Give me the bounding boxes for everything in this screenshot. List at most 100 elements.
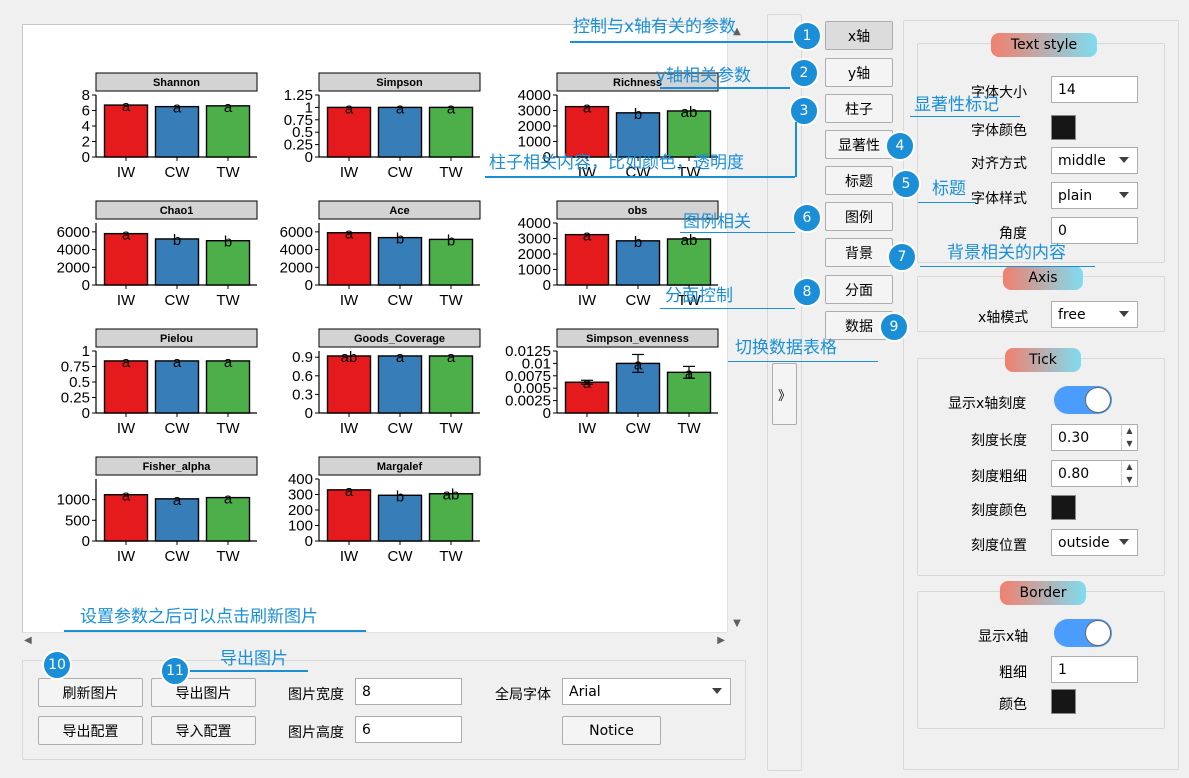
x-tick-label: CW [165, 420, 191, 437]
significance-label: a [122, 98, 131, 115]
vertical-scrollbar[interactable]: ▲ ▼ [727, 24, 746, 632]
y-tick-label: 500 [65, 512, 90, 529]
horizontal-scrollbar[interactable]: ◀ ▶ [22, 632, 727, 650]
x-tick-label: TW [439, 292, 463, 309]
font-size-input[interactable]: 14 [1051, 76, 1138, 103]
x-tick-label: IW [340, 548, 359, 565]
tab-y-axis[interactable]: y轴 [825, 58, 893, 87]
x-tick-label: TW [439, 420, 463, 437]
chevron-down-icon [1119, 311, 1129, 317]
image-width-input[interactable]: 8 [355, 678, 462, 705]
tick-length-spinbox[interactable]: 0.30 ▲ ▼ [1051, 424, 1138, 451]
significance-label: b [447, 232, 455, 249]
y-tick-label: 0 [305, 405, 313, 422]
scroll-right-icon[interactable]: ▶ [717, 633, 725, 649]
y-tick-label: 0 [543, 405, 551, 422]
toggle-knob [1085, 620, 1111, 646]
x-tick-label: TW [216, 420, 240, 437]
import-config-button[interactable]: 导入配置 [151, 716, 256, 745]
tab-legend[interactable]: 图例 [825, 202, 893, 231]
tab-x-axis[interactable]: x轴 [825, 21, 893, 50]
x-tick-label: TW [216, 548, 240, 565]
significance-label: a [583, 375, 592, 392]
global-font-label: 全局字体 [495, 687, 551, 703]
facet-title: Simpson [376, 77, 423, 89]
image-height-label: 图片高度 [288, 725, 344, 741]
x-axis-mode-select[interactable]: free [1051, 301, 1138, 328]
annotation-line-6 [680, 232, 795, 233]
y-tick-label: 3000 [518, 103, 551, 120]
annotation-line-8 [660, 308, 795, 309]
annotation-5: 标题 [932, 179, 966, 199]
facet-title: Chao1 [160, 205, 194, 217]
x-tick-label: IW [117, 548, 136, 565]
tab-facet[interactable]: 分面 [825, 275, 893, 304]
scroll-down-icon[interactable]: ▼ [728, 616, 746, 632]
font-color-swatch[interactable] [1051, 115, 1076, 140]
y-tick-label: 6 [82, 103, 90, 120]
collapse-panel-button[interactable]: 》 [772, 363, 797, 425]
badge-10: 10 [42, 650, 72, 680]
significance-label: a [685, 365, 694, 382]
font-color-label: 字体颜色 [971, 123, 1027, 139]
border-color-swatch[interactable] [1051, 689, 1076, 714]
show-x-tick-toggle[interactable] [1054, 386, 1112, 414]
facet-title: Ace [389, 205, 409, 217]
annotation-line-5 [918, 202, 976, 203]
spin-up-icon[interactable]: ▲ [1121, 461, 1137, 473]
significance-label: a [122, 488, 131, 505]
significance-label: a [173, 100, 182, 117]
badge-3: 3 [789, 96, 819, 126]
spin-down-icon[interactable]: ▼ [1121, 474, 1137, 486]
image-height-input[interactable]: 6 [355, 716, 462, 743]
tick-width-value: 0.80 [1058, 465, 1090, 482]
border-width-input[interactable]: 1 [1051, 656, 1138, 683]
font-style-select[interactable]: plain [1051, 182, 1138, 209]
tick-color-swatch[interactable] [1051, 495, 1076, 520]
tick-width-spinbox[interactable]: 0.80 ▲ ▼ [1051, 460, 1138, 487]
chevron-down-icon [1119, 157, 1129, 163]
chevron-down-icon [712, 688, 722, 694]
x-axis-mode-value: free [1058, 306, 1086, 323]
y-tick-label: 400 [288, 471, 313, 488]
y-tick-label: 0.3 [292, 386, 313, 403]
tab-background[interactable]: 背景 [825, 238, 893, 267]
tab-title[interactable]: 标题 [825, 166, 893, 195]
significance-label: a [447, 349, 456, 366]
y-tick-label: 0.75 [61, 359, 90, 376]
align-select[interactable]: middle [1051, 147, 1138, 174]
x-tick-label: TW [439, 164, 463, 181]
spin-down-icon[interactable]: ▼ [1121, 438, 1137, 450]
facet-title: Margalef [377, 461, 423, 473]
facet-title: Shannon [153, 77, 200, 89]
refresh-button[interactable]: 刷新图片 [38, 678, 143, 707]
y-tick-label: 6000 [57, 224, 90, 241]
notice-button[interactable]: Notice [562, 716, 661, 745]
significance-label: a [224, 491, 233, 508]
tick-position-label: 刻度位置 [971, 538, 1027, 554]
global-font-value: Arial [569, 683, 601, 700]
x-tick-label: CW [165, 292, 191, 309]
y-tick-label: 0 [305, 533, 313, 550]
border-color-label: 颜色 [999, 697, 1027, 713]
facet-title: Pielou [160, 333, 193, 345]
significance-label: b [224, 234, 232, 251]
badge-1: 1 [792, 21, 822, 51]
toggle-knob [1085, 387, 1111, 413]
x-tick-label: CW [388, 292, 414, 309]
export-config-button[interactable]: 导出配置 [38, 716, 143, 745]
spin-up-icon[interactable]: ▲ [1121, 425, 1137, 437]
tab-bar[interactable]: 柱子 [825, 94, 893, 123]
tick-color-label: 刻度颜色 [971, 503, 1027, 519]
scroll-left-icon[interactable]: ◀ [24, 633, 32, 649]
annotation-4: 显著性标记 [914, 95, 999, 115]
tick-position-select[interactable]: outside [1051, 529, 1138, 556]
x-tick-label: TW [677, 420, 701, 437]
show-x-axis-toggle[interactable] [1054, 619, 1112, 647]
facet-title: Goods_Coverage [354, 333, 445, 345]
facet-title: Richness [613, 77, 662, 89]
annotation-line-9 [728, 361, 878, 362]
significance-label: a [634, 356, 643, 373]
global-font-select[interactable]: Arial [562, 678, 731, 705]
tab-significance[interactable]: 显著性 [825, 130, 893, 159]
